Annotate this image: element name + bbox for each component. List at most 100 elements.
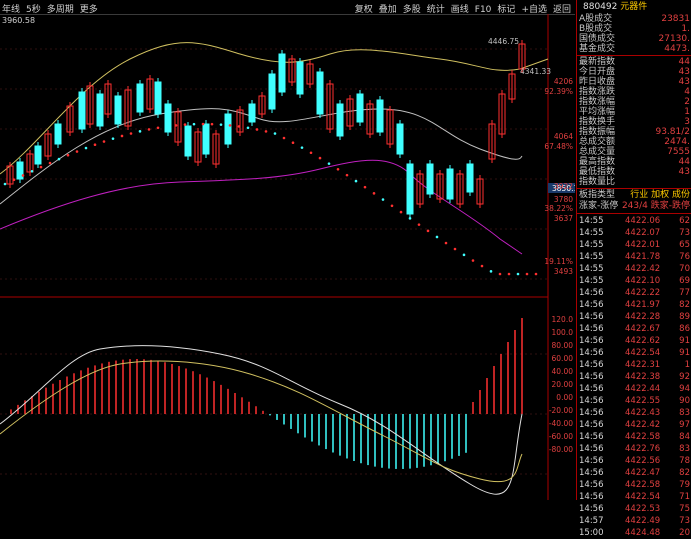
- macd-axis-label: -40.00: [549, 419, 573, 428]
- tick-list[interactable]: 14:55 4422.06 62 14:55 4422.07 73 14:55 4422.01…: [577, 215, 691, 539]
- tick-row: 14:56 4422.28 89: [577, 311, 691, 323]
- index-stat-value: 43: [678, 77, 690, 87]
- sar-dot: [417, 223, 421, 226]
- tick-price: 4422.54: [625, 492, 661, 502]
- tick-volume: 78: [679, 456, 690, 466]
- candle-body: [296, 61, 304, 95]
- index-stats: 最新指数 44 今日开盘 43 昨日收盘 43 指数涨跌 4 指数涨幅 2 平均涨幅 1 指数换手 3 指数…: [577, 57, 691, 187]
- tick-price: 4422.43: [625, 408, 661, 418]
- candle-body: [248, 103, 256, 123]
- index-stat-label: 最高指数: [579, 157, 616, 167]
- tick-volume: 73: [679, 228, 690, 238]
- dea-line: [0, 360, 523, 483]
- tick-volume: 73: [679, 516, 690, 526]
- price-axis-label: 3780: [554, 195, 573, 204]
- tick-price: 4422.01: [625, 240, 661, 250]
- tick-time: 14:56: [579, 372, 604, 382]
- tick-time: 14:56: [579, 456, 604, 466]
- index-stat-value: 3: [684, 117, 690, 127]
- tick-time: 14:56: [579, 468, 604, 478]
- tick-row: 14:55 4421.78 76: [577, 251, 691, 263]
- mid-price-label: 4341.33: [520, 67, 551, 76]
- sar-dot: [255, 128, 259, 131]
- sar-dot: [93, 143, 97, 146]
- sar-dot: [219, 123, 223, 126]
- panel-title: 880492 元器件: [577, 0, 691, 14]
- sar-dot: [525, 272, 529, 276]
- tick-volume: 91: [679, 336, 690, 346]
- market-stat-label: B股成交: [579, 24, 613, 34]
- index-stat-label: 最新指数: [579, 57, 616, 67]
- sar-dot: [129, 132, 133, 135]
- index-stat-value: 43: [678, 167, 690, 177]
- sector-header[interactable]: 板指类型 行业 加权 成份: [577, 190, 691, 201]
- index-stat-row: 最高指数 44: [577, 157, 691, 167]
- index-stat-row: 指数涨跌 4: [577, 87, 691, 97]
- index-name: 元器件: [620, 2, 648, 12]
- sar-dot: [3, 182, 7, 186]
- tick-price: 4421.78: [625, 252, 661, 262]
- tick-row: 14:56 4422.53 75: [577, 503, 691, 515]
- index-stat-value: 43: [678, 67, 690, 77]
- tick-time: 14:56: [579, 504, 604, 514]
- tick-volume: 65: [679, 240, 690, 250]
- sar-dot: [471, 259, 475, 262]
- kline-chart[interactable]: 4446.754341.333850.1420692.39%406467.48%…: [0, 14, 575, 500]
- index-stat-row: 指数涨幅 2: [577, 97, 691, 107]
- tick-row: 14:56 4422.44 94: [577, 383, 691, 395]
- tick-volume: 82: [679, 468, 690, 478]
- sar-dot: [183, 123, 187, 126]
- tick-time: 14:57: [579, 516, 604, 526]
- candle-body: [164, 103, 172, 133]
- market-stat-row: 国债成交 27130.: [577, 34, 691, 44]
- tick-volume: 92: [679, 372, 690, 382]
- tick-price: 4422.54: [625, 348, 661, 358]
- sar-dot: [48, 161, 52, 165]
- tick-time: 14:56: [579, 432, 604, 442]
- candle-body: [426, 163, 434, 195]
- sar-dot: [138, 130, 142, 133]
- price-axis-label: 4206: [554, 77, 573, 86]
- market-stat-label: 国债成交: [579, 34, 616, 44]
- candle-body: [278, 53, 286, 93]
- tick-volume: 84: [679, 432, 690, 442]
- tick-row: 14:56 4422.42 97: [577, 419, 691, 431]
- index-stat-row: 平均涨幅 1: [577, 107, 691, 117]
- sar-dot: [390, 204, 394, 208]
- macd-axis-label: 120.0: [552, 315, 574, 324]
- tick-price: 4422.47: [625, 468, 661, 478]
- price-axis-label: 3493: [554, 267, 573, 276]
- tick-volume: 82: [679, 300, 690, 310]
- candle-body: [446, 168, 454, 200]
- sar-dot: [111, 137, 115, 140]
- tick-volume: 79: [679, 480, 690, 490]
- tick-volume: 86: [679, 324, 690, 334]
- sar-dot: [354, 179, 358, 183]
- middle-ma-line: [0, 108, 523, 205]
- sar-dot: [444, 241, 448, 245]
- sar-dot: [66, 153, 70, 157]
- sar-dot: [345, 173, 349, 177]
- tick-price: 4422.62: [625, 336, 661, 346]
- tick-time: 14:56: [579, 492, 604, 502]
- tick-time: 14:56: [579, 312, 604, 322]
- sar-dot: [39, 165, 43, 169]
- tick-time: 14:56: [579, 360, 604, 370]
- index-stat-label: 昨日收盘: [579, 77, 616, 87]
- index-stat-value: 2: [684, 97, 690, 107]
- tick-row: 14:56 4422.22 77: [577, 287, 691, 299]
- index-stat-label: 总成交额: [579, 137, 616, 147]
- tick-volume: 1: [684, 360, 690, 370]
- sector-tabs[interactable]: 行业 加权 成份: [630, 190, 690, 201]
- tick-price: 4422.06: [625, 216, 661, 226]
- tick-time: 14:56: [579, 300, 604, 310]
- sar-dot: [165, 125, 169, 128]
- tick-time: 14:55: [579, 216, 604, 226]
- macd-axis-label: 0.00: [556, 393, 573, 402]
- macd-axis-label: -20.00: [549, 406, 573, 415]
- tick-time: 14:55: [579, 252, 604, 262]
- sar-dot: [453, 247, 457, 251]
- sar-dot: [318, 156, 322, 160]
- tick-volume: 94: [679, 384, 690, 394]
- tick-row: 14:56 4422.56 78: [577, 455, 691, 467]
